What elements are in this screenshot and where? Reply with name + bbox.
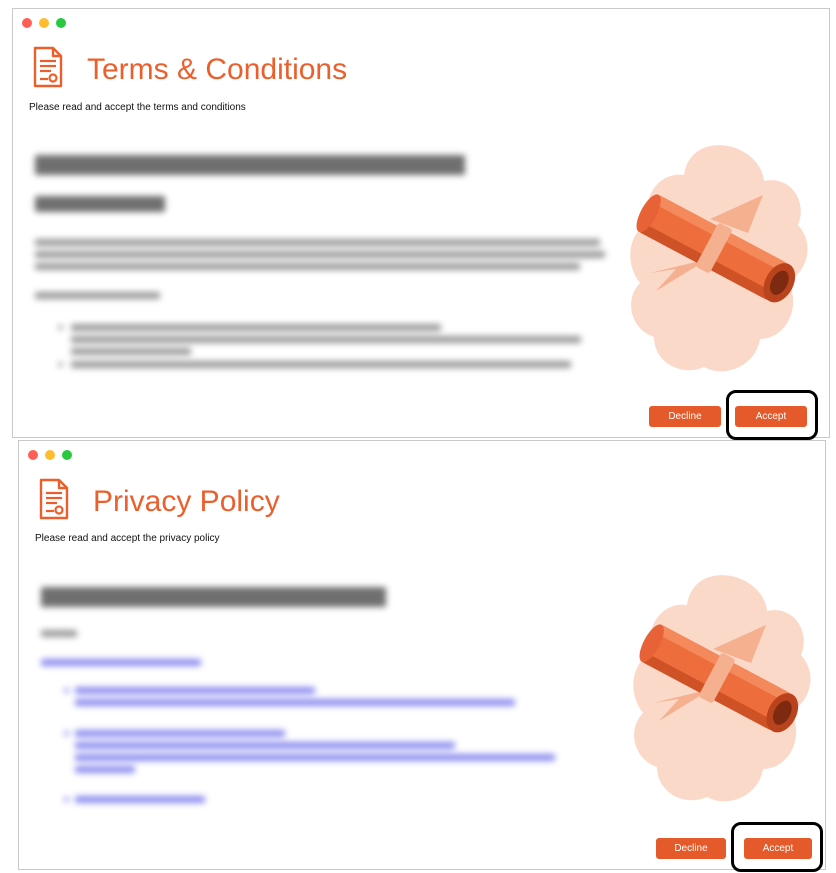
decline-button[interactable]: Decline xyxy=(656,838,726,859)
accept-button-highlight xyxy=(726,390,818,440)
scroll-illustration xyxy=(630,145,808,372)
terms-window: Terms & Conditions Please read and accep… xyxy=(12,8,830,438)
decline-button[interactable]: Decline xyxy=(649,406,721,427)
accept-button-highlight xyxy=(731,822,823,872)
privacy-document-content xyxy=(19,441,619,831)
scroll-illustration xyxy=(633,575,811,802)
terms-document-content xyxy=(13,9,613,389)
privacy-window: Privacy Policy Please read and accept th… xyxy=(18,440,826,870)
